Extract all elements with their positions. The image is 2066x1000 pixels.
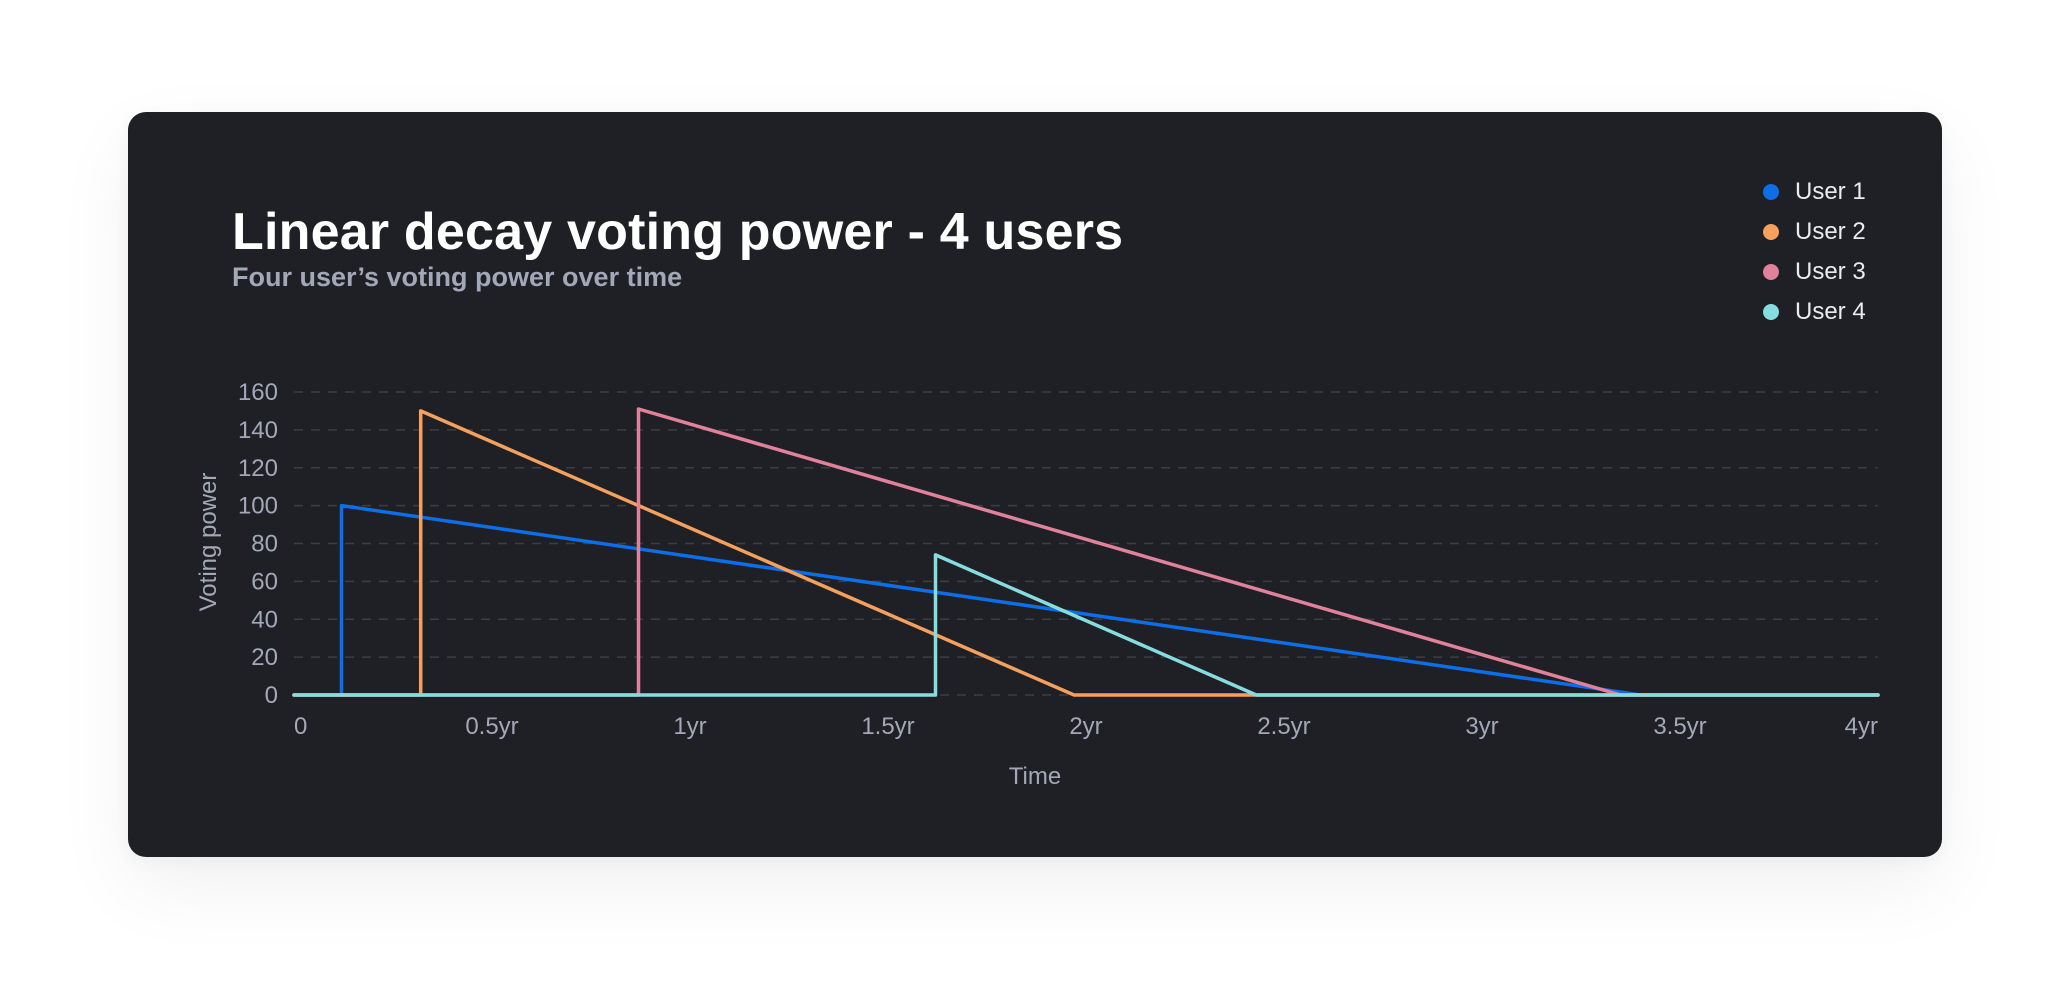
y-tick-label: 100 xyxy=(238,493,278,520)
y-axis-label: Voting power xyxy=(195,473,222,612)
x-tick-label: 2yr xyxy=(1069,713,1102,740)
x-tick-label: 0.5yr xyxy=(465,713,518,740)
x-tick-label: 2.5yr xyxy=(1257,713,1310,740)
series-line-user-4 xyxy=(292,553,1880,697)
x-tick-label: 3yr xyxy=(1465,713,1498,740)
y-tick-label: 140 xyxy=(238,417,278,444)
y-tick-label: 40 xyxy=(251,606,278,633)
chart-card: Linear decay voting power - 4 users Four… xyxy=(128,112,1942,857)
x-tick-label: 4yr xyxy=(1845,713,1878,740)
series-line-user-3 xyxy=(292,407,1880,697)
x-tick-label: 3.5yr xyxy=(1653,713,1706,740)
y-tick-label: 60 xyxy=(251,568,278,595)
x-tick-label: 1yr xyxy=(673,713,706,740)
plot-area: 0 20 40 60 80 100 120 140 160 0 0.5yr 1yr 1.5yr 2yr 2… xyxy=(195,379,1880,790)
y-tick-label: 80 xyxy=(251,531,278,558)
y-tick-label: 120 xyxy=(238,455,278,482)
series-line-user-2 xyxy=(292,409,1880,697)
y-tick-label: 0 xyxy=(265,682,278,709)
x-tick-label: 1.5yr xyxy=(861,713,914,740)
series-line-user-1 xyxy=(292,503,1880,697)
y-tick-label: 20 xyxy=(251,644,278,671)
x-axis-label: Time xyxy=(1009,763,1061,790)
y-tick-label: 160 xyxy=(238,379,278,406)
x-tick-label: 0 xyxy=(294,713,307,740)
